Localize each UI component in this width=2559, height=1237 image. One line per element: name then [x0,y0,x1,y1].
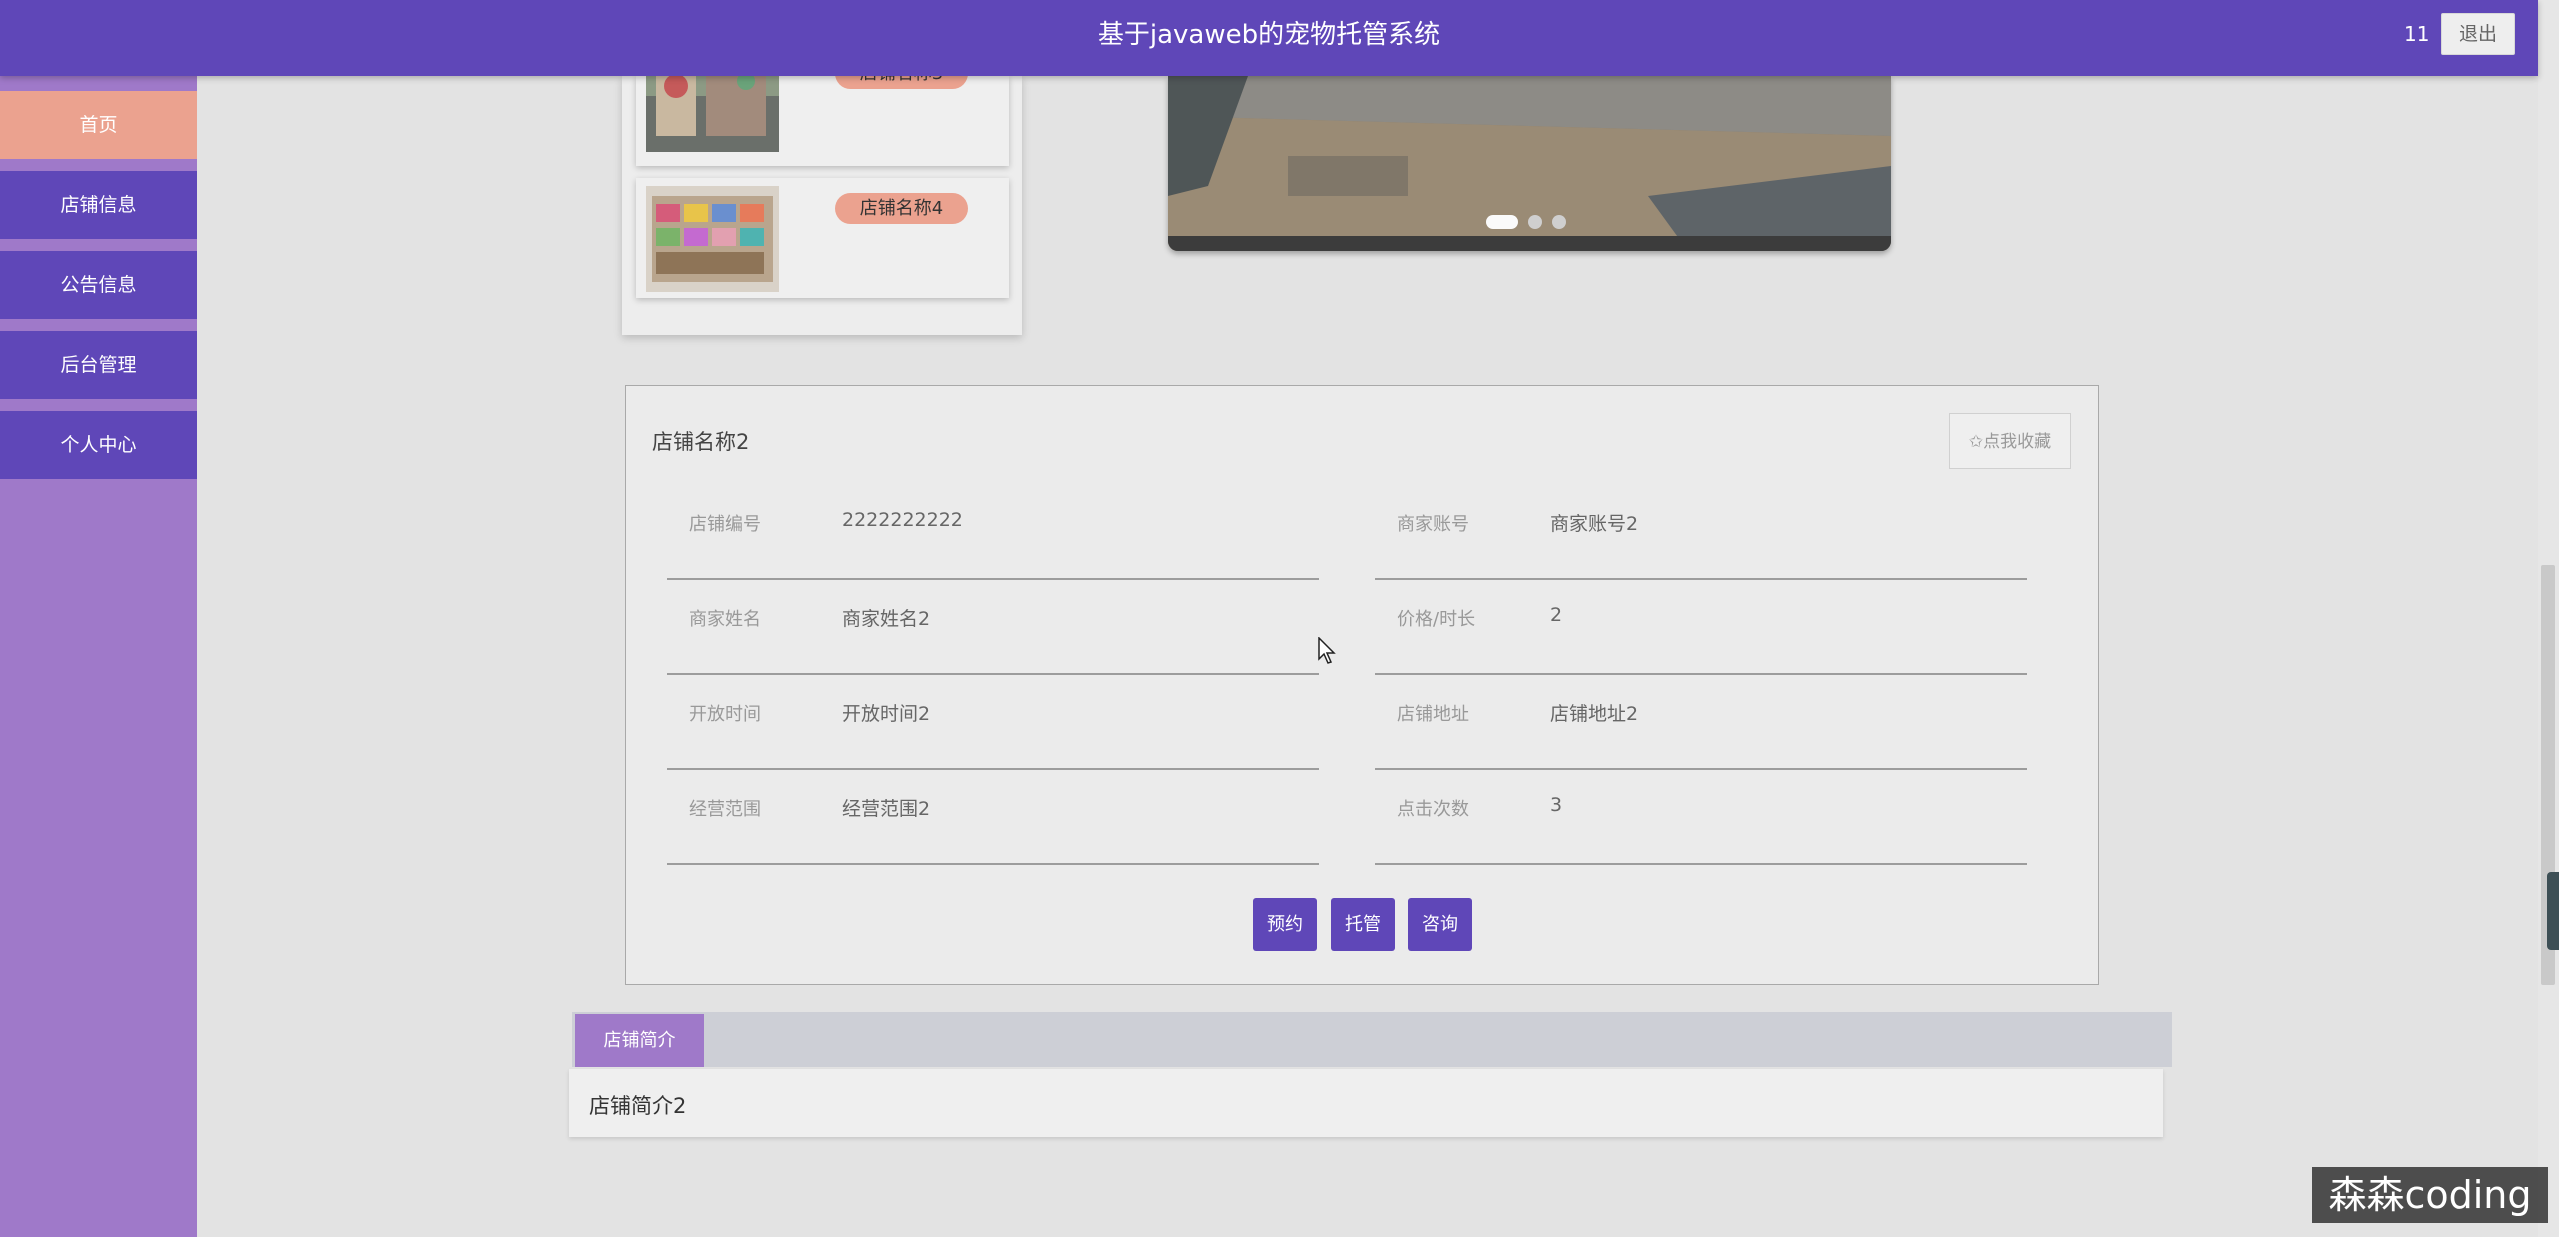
image-carousel[interactable] [1168,76,1891,251]
shop-card[interactable]: 店铺名称3 [636,46,1009,166]
detail-field-price: 价格/时长 2 [1375,579,2027,675]
carousel-dot[interactable] [1528,215,1542,229]
tab-shop-intro[interactable]: 店铺简介 [575,1014,704,1067]
sidebar-item-admin[interactable]: 后台管理 [0,331,197,399]
shop-list-panel: 店铺名称3 店铺名称4 [622,46,1022,335]
field-label: 价格/时长 [1397,609,1476,630]
intro-content-panel: 店铺简介2 [569,1069,2163,1137]
logout-button[interactable]: 退出 [2441,13,2515,55]
detail-field-shop-no: 店铺编号 2222222222 [667,484,1319,580]
field-label: 店铺编号 [689,514,761,535]
shop-card[interactable]: 店铺名称4 [636,178,1009,298]
detail-field-open-time: 开放时间 开放时间2 [667,674,1319,770]
consult-button[interactable]: 咨询 [1408,898,1472,951]
intro-tab-bar [572,1012,2172,1067]
field-label: 商家账号 [1397,514,1469,535]
field-label: 经营范围 [689,799,761,820]
sidebar-item-home[interactable]: 首页 [0,91,197,159]
field-label: 店铺地址 [1397,704,1469,725]
field-value: 店铺地址2 [1550,703,1639,725]
carousel-dot-active[interactable] [1486,215,1518,229]
field-value: 开放时间2 [842,703,931,725]
reserve-button[interactable]: 预约 [1253,898,1317,951]
shop-name-tag[interactable]: 店铺名称4 [835,193,968,224]
mouse-cursor-icon [1318,636,1338,669]
side-float-tab[interactable] [2547,872,2559,950]
favorite-button[interactable]: ✩点我收藏 [1949,413,2071,469]
field-value: 2222222222 [842,509,963,531]
shop-detail-title: 店铺名称2 [652,430,750,454]
field-label: 点击次数 [1397,799,1469,820]
app-title: 基于javaweb的宠物托管系统 [1097,20,1441,50]
field-value: 商家账号2 [1550,513,1639,535]
detail-field-address: 店铺地址 店铺地址2 [1375,674,2027,770]
detail-field-merchant-name: 商家姓名 商家姓名2 [667,579,1319,675]
field-value: 2 [1550,604,1563,626]
carousel-dot[interactable] [1552,215,1566,229]
field-label: 开放时间 [689,704,761,725]
current-user: 11 [2404,22,2430,46]
intro-text: 店铺简介2 [589,1094,687,1118]
field-value: 经营范围2 [842,798,931,820]
watermark: 森森coding [2312,1167,2548,1223]
detail-field-click-count: 点击次数 3 [1375,769,2027,865]
boarding-button[interactable]: 托管 [1331,898,1395,951]
storefront-image-icon [646,186,779,292]
field-value: 商家姓名2 [842,608,931,630]
sidebar-item-profile[interactable]: 个人中心 [0,411,197,479]
sidebar-item-announcements[interactable]: 公告信息 [0,251,197,319]
shop-thumbnail [646,186,779,292]
sidebar-item-shop-info[interactable]: 店铺信息 [0,171,197,239]
detail-field-business-scope: 经营范围 经营范围2 [667,769,1319,865]
page-scrollbar[interactable] [2538,0,2559,1237]
top-navbar: 基于javaweb的宠物托管系统 11 退出 [0,0,2538,76]
sidebar: 首页 店铺信息 公告信息 后台管理 个人中心 [0,76,197,1237]
field-label: 商家姓名 [689,609,761,630]
field-value: 3 [1550,794,1563,816]
detail-field-merchant-account: 商家账号 商家账号2 [1375,484,2027,580]
